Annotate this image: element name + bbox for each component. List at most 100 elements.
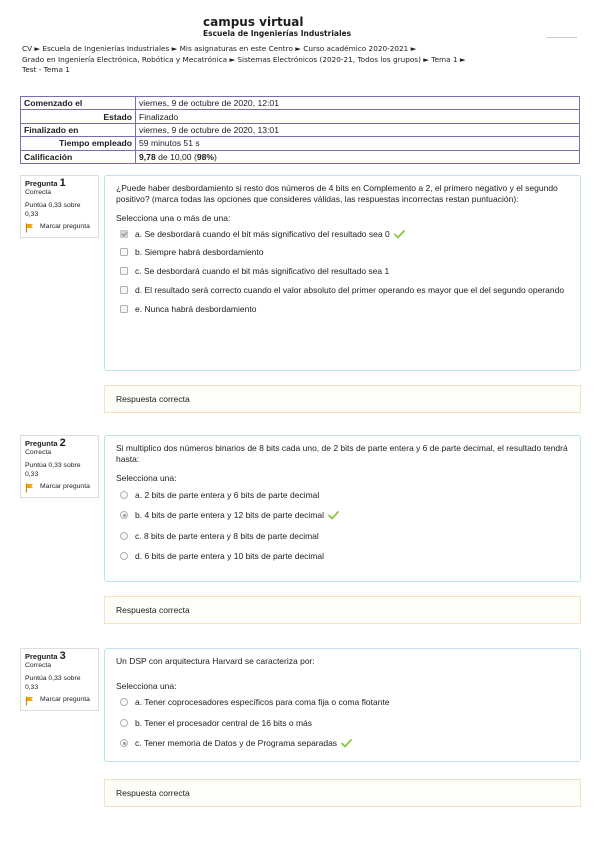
header-divider: [547, 37, 577, 38]
feedback-text: Respuesta correcta: [116, 788, 190, 798]
answer-text: c. 8 bits de parte entera y 8 bits de pa…: [135, 530, 319, 541]
flag-question-button[interactable]: Marcar pregunta: [25, 482, 94, 493]
breadcrumb-topic[interactable]: Tema 1: [431, 55, 457, 64]
question-num: 1: [59, 177, 66, 189]
question-3-feedback: Respuesta correcta: [104, 779, 581, 807]
breadcrumb-test[interactable]: Test - Tema 1: [22, 65, 70, 74]
answer-option[interactable]: e. Nunca habrá desbordamiento: [116, 304, 568, 315]
answer-option[interactable]: c. Tener memoria de Datos y de Programa …: [116, 738, 568, 749]
radio[interactable]: [120, 698, 128, 706]
breadcrumb-separator: ►: [423, 54, 429, 64]
feedback-text: Respuesta correcta: [116, 394, 190, 404]
answer-text: b. Tener el procesador central de 16 bit…: [135, 717, 313, 728]
breadcrumb: CV ► Escuela de Ingenierías Industriales…: [22, 44, 552, 76]
question-num: 3: [59, 650, 66, 662]
summary-value: 59 minutos 51 s: [135, 136, 580, 151]
breadcrumb-separator: ►: [295, 44, 301, 53]
question-label: Pregunta: [25, 179, 58, 188]
summary-row-finished: Finalizado en viernes, 9 de octubre de 2…: [20, 122, 580, 138]
answer-option[interactable]: a. Se desbordará cuando el bit más signi…: [116, 229, 568, 240]
answer-text: c. Tener memoria de Datos y de Programa …: [135, 738, 338, 748]
summary-value: viernes, 9 de octubre de 2020, 13:01: [135, 122, 580, 138]
question-3-content: Un DSP con arquitectura Harvard se carac…: [104, 648, 581, 762]
checkbox[interactable]: [120, 266, 128, 275]
summary-value: viernes, 9 de octubre de 2020, 12:01: [135, 95, 580, 111]
question-2-content: Si multiplico dos números binarios de 8 …: [104, 435, 581, 582]
flag-icon: [25, 696, 33, 706]
answer-option[interactable]: c. Se desbordará cuando el bit más signi…: [116, 266, 568, 277]
breadcrumb-school[interactable]: Escuela de Ingenierías Industriales: [42, 44, 169, 53]
grade-close: ): [214, 151, 217, 162]
question-1-info: Pregunta 1 Correcta Puntúa 0,33 sobre 0,…: [20, 175, 99, 238]
summary-label: Calificación: [20, 149, 136, 164]
summary-label: Estado: [20, 109, 136, 124]
flag-question-button[interactable]: Marcar pregunta: [25, 222, 94, 233]
answer-option[interactable]: d. El resultado será correcto cuando el …: [116, 284, 568, 297]
question-prompt: Un DSP con arquitectura Harvard se carac…: [116, 656, 315, 666]
answer-option[interactable]: a. 2 bits de parte entera y 6 bits de pa…: [116, 490, 568, 501]
radio[interactable]: [120, 490, 128, 499]
checkbox[interactable]: [120, 286, 128, 294]
breadcrumb-my-courses[interactable]: Mis asignaturas en este Centro: [180, 44, 293, 53]
answer-text: a. Tener coprocesadores específicos para…: [135, 697, 390, 707]
grade-max: de 10,00 (: [155, 151, 197, 162]
radio[interactable]: [120, 739, 128, 747]
grade-score: 9,78: [139, 151, 156, 162]
summary-label: Finalizado en: [20, 122, 136, 138]
answer-option[interactable]: c. 8 bits de parte entera y 8 bits de pa…: [116, 531, 568, 542]
breadcrumb-separator: ►: [229, 54, 236, 64]
answer-option[interactable]: b. 4 bits de parte entera y 12 bits de p…: [116, 510, 568, 521]
question-1-feedback: Respuesta correcta: [104, 385, 581, 413]
answer-instruction: Selecciona una:: [116, 473, 177, 483]
answer-option[interactable]: d. 6 bits de parte entera y 10 bits de p…: [116, 551, 568, 562]
answer-option[interactable]: a. Tener coprocesadores específicos para…: [116, 697, 568, 708]
answer-text: e. Nunca habrá desbordamiento: [135, 304, 257, 314]
question-num: 2: [59, 437, 66, 449]
flag-label: Marcar pregunta: [40, 223, 90, 230]
question-number: Pregunta 2: [25, 437, 94, 449]
answer-option[interactable]: b. Tener el procesador central de 16 bit…: [116, 718, 568, 729]
breadcrumb-separator: ►: [34, 44, 41, 53]
summary-label: Tiempo empleado: [20, 136, 136, 151]
summary-value: Finalizado: [135, 109, 580, 124]
grade-percent: 98%: [196, 151, 215, 162]
flag-label: Marcar pregunta: [40, 483, 90, 490]
question-status: Correcta: [25, 449, 52, 456]
checkbox[interactable]: [120, 305, 128, 313]
question-prompt: Si multiplico dos números binarios de 8 …: [116, 443, 568, 464]
checkbox[interactable]: [120, 229, 128, 238]
question-3-info: Pregunta 3 Correcta Puntúa 0,33 sobre 0,…: [20, 648, 99, 711]
answer-instruction: Selecciona una o más de una:: [116, 213, 231, 223]
summary-row-time: Tiempo empleado 59 minutos 51 s: [20, 136, 580, 151]
radio[interactable]: [120, 511, 128, 519]
check-icon: [341, 739, 352, 748]
breadcrumb-course[interactable]: Sistemas Electrónicos (2020-21, Todos lo…: [237, 55, 421, 64]
question-status: Correcta: [25, 189, 52, 196]
flag-question-button[interactable]: Marcar pregunta: [25, 695, 94, 706]
question-prompt: ¿Puede haber desbordamiento si resto dos…: [116, 183, 558, 204]
summary-row-state: Estado Finalizado: [20, 109, 580, 124]
site-header: campus virtual Escuela de Ingenierías In…: [203, 16, 351, 39]
breadcrumb-cv[interactable]: CV: [22, 44, 32, 53]
question-points: Puntúa 0,33 sobre 0,33: [25, 462, 81, 478]
question-1-content: ¿Puede haber desbordamiento si resto dos…: [104, 175, 581, 371]
radio[interactable]: [120, 531, 128, 540]
checkbox[interactable]: [120, 248, 128, 256]
answer-option[interactable]: b. Siempre habrá desbordamiento: [116, 247, 568, 258]
question-2-info: Pregunta 2 Correcta Puntúa 0,33 sobre 0,…: [20, 435, 99, 498]
breadcrumb-academic-year[interactable]: Curso académico 2020-2021: [303, 44, 408, 53]
summary-label: Comenzado el: [20, 95, 136, 111]
attempt-summary-table: Comenzado el viernes, 9 de octubre de 20…: [20, 95, 580, 164]
summary-row-started: Comenzado el viernes, 9 de octubre de 20…: [20, 95, 580, 111]
radio[interactable]: [120, 552, 128, 560]
answer-text: c. Se desbordará cuando el bit más signi…: [135, 265, 390, 276]
feedback-text: Respuesta correcta: [116, 605, 190, 615]
question-points: Puntúa 0,33 sobre 0,33: [25, 202, 81, 218]
answer-text: a. Se desbordará cuando el bit más signi…: [135, 228, 390, 239]
check-icon: [393, 229, 405, 239]
breadcrumb-degree[interactable]: Grado en Ingeniería Electrónica, Robótic…: [22, 55, 227, 64]
question-number: Pregunta 3: [25, 650, 94, 662]
answer-text: d. 6 bits de parte entera y 10 bits de p…: [135, 551, 325, 561]
question-2-feedback: Respuesta correcta: [104, 596, 581, 624]
radio[interactable]: [120, 718, 128, 727]
